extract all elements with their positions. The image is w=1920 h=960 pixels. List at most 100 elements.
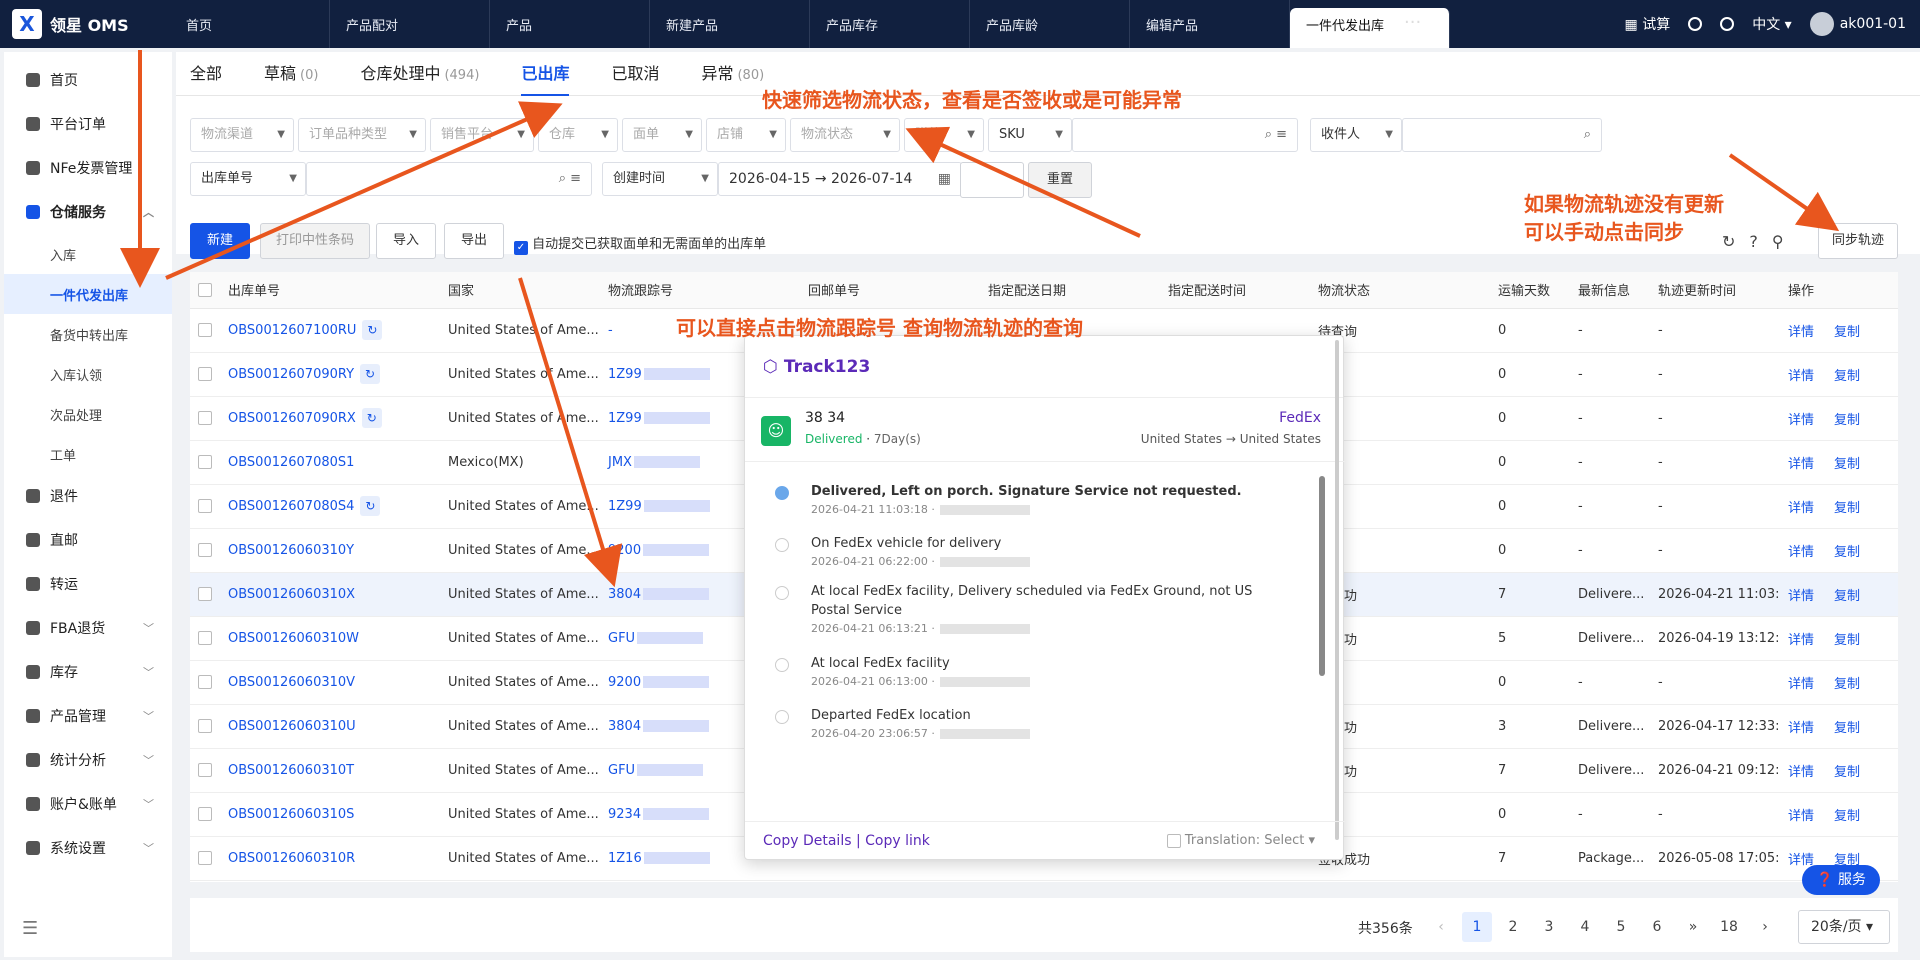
- auto-submit-option[interactable]: ✓ 自动提交已获取面单和无需面单的出库单: [514, 233, 766, 255]
- sidebar-item-fba-return[interactable]: FBA退货 ﹀: [4, 606, 172, 650]
- checkbox[interactable]: [198, 411, 212, 425]
- order-no-cell[interactable]: OBS00126060310T: [220, 748, 440, 793]
- page-1[interactable]: 1: [1462, 912, 1492, 942]
- page-6[interactable]: 6: [1642, 912, 1672, 942]
- sidebar-item-settings[interactable]: 系统设置 ﹀: [4, 826, 172, 870]
- order-no-link[interactable]: OBS0012607080S4: [228, 499, 354, 514]
- sidebar-item-transship[interactable]: 转运: [4, 562, 172, 606]
- page-last[interactable]: 18: [1714, 912, 1744, 942]
- tracking-no-link[interactable]: GFU: [608, 631, 635, 646]
- top-tab-dropship-outbound[interactable]: 一件代发出库: [1290, 8, 1450, 48]
- page-4[interactable]: 4: [1570, 912, 1600, 942]
- sync-icon[interactable]: ↻: [360, 364, 381, 384]
- top-tab-product[interactable]: 产品: [490, 0, 650, 48]
- row-checkbox[interactable]: [190, 396, 220, 441]
- filter-store[interactable]: 店铺 ▼: [706, 118, 786, 152]
- copy-link[interactable]: 复制: [1834, 721, 1860, 736]
- top-tab-product-pairing[interactable]: 产品配对: [330, 0, 490, 48]
- sidebar-sub-dropship[interactable]: 一件代发出库: [4, 274, 172, 314]
- translation-select[interactable]: Translation: Select ▾: [1166, 822, 1315, 860]
- checkbox[interactable]: [198, 851, 212, 865]
- sync-tracking-button[interactable]: 同步轨迹: [1818, 223, 1898, 259]
- checkbox[interactable]: [1166, 833, 1181, 848]
- tracking-no-link[interactable]: 1Z99: [608, 499, 642, 514]
- next-page-icon[interactable]: ›: [1750, 912, 1780, 942]
- prev-page-icon[interactable]: ‹: [1426, 912, 1456, 942]
- filter-warehouse[interactable]: 仓库 ▼: [538, 118, 618, 152]
- checkbox[interactable]: [198, 323, 212, 337]
- copy-link[interactable]: 复制: [1834, 325, 1860, 340]
- row-checkbox[interactable]: [190, 484, 220, 529]
- order-no-cell[interactable]: OBS00126060310W: [220, 616, 440, 661]
- tracking-no-link[interactable]: 3804: [608, 719, 641, 734]
- detail-link[interactable]: 详情: [1788, 369, 1814, 384]
- row-checkbox[interactable]: [190, 660, 220, 705]
- tracking-no-link[interactable]: JMX: [608, 455, 632, 470]
- order-no-link[interactable]: OBS0012607100RU: [228, 323, 356, 338]
- jump-forward[interactable]: »: [1678, 912, 1708, 942]
- filter-date-type[interactable]: 创建时间 ▼: [602, 162, 718, 196]
- filter-order-no-type[interactable]: 出库单号 ▼: [190, 162, 306, 196]
- order-no-link[interactable]: OBS00126060310Y: [228, 543, 354, 558]
- date-range-picker[interactable]: 2026-04-15 → 2026-07-14 ▦: [718, 162, 962, 196]
- filter-logistics-status[interactable]: 物流状态 ▼: [790, 118, 900, 152]
- sidebar-sub-defect[interactable]: 次品处理: [4, 394, 172, 434]
- detail-link[interactable]: 详情: [1788, 765, 1814, 780]
- top-tab-product-age[interactable]: 产品库龄: [970, 0, 1130, 48]
- tracking-no-link[interactable]: 9200: [608, 543, 641, 558]
- help-icon[interactable]: ?: [1749, 232, 1772, 251]
- detail-link[interactable]: 详情: [1788, 501, 1814, 516]
- detail-link[interactable]: 详情: [1788, 721, 1814, 736]
- checkbox[interactable]: [198, 719, 212, 733]
- tracking-no-link[interactable]: 1Z99: [608, 411, 642, 426]
- order-no-cell[interactable]: OBS0012607100RU ↻: [220, 308, 440, 353]
- tracking-no-link[interactable]: 1Z16: [608, 851, 642, 866]
- service-button[interactable]: ❓ 服务: [1802, 865, 1880, 895]
- copy-link[interactable]: 复制: [1834, 633, 1860, 648]
- filter-order-type[interactable]: 订单品种类型 ▼: [298, 118, 426, 152]
- tracking-no-link[interactable]: -: [608, 323, 613, 338]
- row-checkbox[interactable]: [190, 704, 220, 749]
- sidebar-item-returns[interactable]: 退件: [4, 474, 172, 518]
- checkbox[interactable]: [198, 455, 212, 469]
- order-no-cell[interactable]: OBS0012607090RX ↻: [220, 396, 440, 441]
- copy-link[interactable]: 复制: [1834, 765, 1860, 780]
- copy-link[interactable]: 复制: [1834, 809, 1860, 824]
- detail-link[interactable]: 详情: [1788, 633, 1814, 648]
- order-no-cell[interactable]: OBS0012607080S4 ↻: [220, 484, 440, 529]
- row-checkbox[interactable]: [190, 748, 220, 793]
- import-button[interactable]: 导入: [376, 223, 436, 259]
- tracking-no-link[interactable]: 1Z99: [608, 367, 642, 382]
- row-checkbox[interactable]: [190, 572, 220, 617]
- sidebar-item-direct-mail[interactable]: 直邮: [4, 518, 172, 562]
- copy-link[interactable]: 复制: [1834, 413, 1860, 428]
- copy-link[interactable]: 复制: [1834, 369, 1860, 384]
- more-tabs-icon[interactable]: ···: [1404, 12, 1421, 33]
- row-checkbox[interactable]: [190, 440, 220, 485]
- page-2[interactable]: 2: [1498, 912, 1528, 942]
- page-3[interactable]: 3: [1534, 912, 1564, 942]
- order-no-link[interactable]: OBS00126060310T: [228, 763, 354, 778]
- sidebar-item-stats[interactable]: 统计分析 ﹀: [4, 738, 172, 782]
- order-no-cell[interactable]: OBS00126060310R: [220, 836, 440, 881]
- order-no-search-input[interactable]: ⌕ ≡: [306, 162, 592, 196]
- app-logo[interactable]: X 领星 OMS: [12, 9, 129, 39]
- checkbox[interactable]: [198, 587, 212, 601]
- order-no-link[interactable]: OBS0012607090RX: [228, 411, 356, 426]
- print-barcode-button[interactable]: 打印中性条码: [260, 223, 370, 259]
- tab-all[interactable]: 全部: [190, 52, 242, 96]
- sidebar-item-inventory[interactable]: 库存 ﹀: [4, 650, 172, 694]
- order-no-link[interactable]: OBS00126060310X: [228, 587, 355, 602]
- copy-link[interactable]: 复制: [1834, 589, 1860, 604]
- sidebar-item-platform-orders[interactable]: 平台订单: [4, 102, 172, 146]
- top-tab-new-product[interactable]: 新建产品: [650, 0, 810, 48]
- tab-cancelled[interactable]: 已取消: [611, 52, 679, 96]
- detail-link[interactable]: 详情: [1788, 325, 1814, 340]
- copy-link[interactable]: 复制: [1834, 457, 1860, 472]
- sidebar-sub-claim[interactable]: 入库认领: [4, 354, 172, 394]
- download-icon[interactable]: [1688, 17, 1703, 31]
- copy-link[interactable]: 复制: [1834, 545, 1860, 560]
- refresh-icon[interactable]: ↻: [1722, 232, 1749, 251]
- order-no-cell[interactable]: OBS00126060310S: [220, 792, 440, 837]
- sidebar-sub-transfer[interactable]: 备货中转出库: [4, 314, 172, 354]
